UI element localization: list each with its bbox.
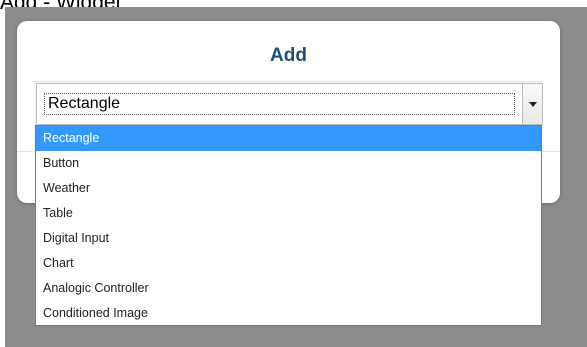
dropdown-toggle-button[interactable] xyxy=(522,84,542,124)
dialog-title: Add xyxy=(270,45,307,66)
widget-type-select-value[interactable]: Rectangle xyxy=(44,93,515,115)
dropdown-option-button[interactable]: Button xyxy=(36,151,541,176)
dropdown-option-chart[interactable]: Chart xyxy=(36,251,541,276)
chevron-down-icon xyxy=(529,102,537,107)
dropdown-option-analogic-controller[interactable]: Analogic Controller xyxy=(36,276,541,301)
dropdown-option-digital-input[interactable]: Digital Input xyxy=(36,226,541,251)
dropdown-option-conditioned-image[interactable]: Conditioned Image xyxy=(36,301,541,325)
dropdown-option-table[interactable]: Table xyxy=(36,201,541,226)
dropdown-option-rectangle[interactable]: Rectangle xyxy=(36,126,541,151)
widget-type-dropdown-list: Rectangle Button Weather Table Digital I… xyxy=(35,125,542,326)
dropdown-option-weather[interactable]: Weather xyxy=(36,176,541,201)
widget-type-select[interactable]: Rectangle xyxy=(36,83,543,125)
